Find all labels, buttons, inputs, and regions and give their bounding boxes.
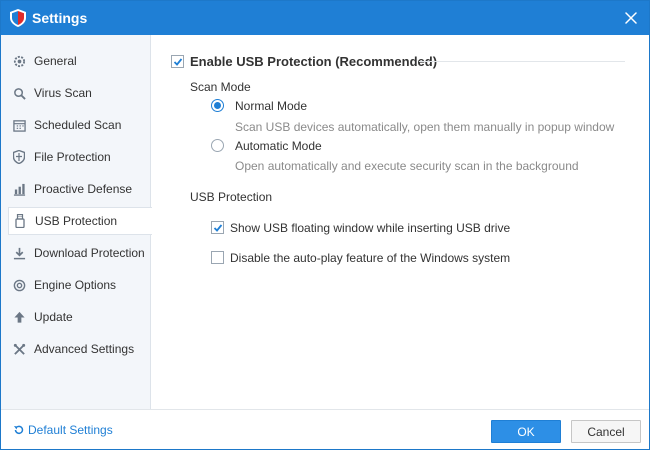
default-settings-link[interactable]: Default Settings — [13, 423, 113, 437]
settings-window: Settings General Virus Scan Scheduled Sc… — [0, 0, 650, 450]
checkmark-icon — [173, 57, 182, 66]
sidebar-item-scheduled-scan[interactable]: Scheduled Scan — [8, 111, 151, 139]
usb-icon — [13, 214, 27, 228]
sidebar-item-label: Advanced Settings — [34, 342, 135, 356]
close-button[interactable] — [619, 6, 643, 30]
automatic-mode-description: Open automatically and execute security … — [235, 159, 579, 173]
calendar-icon — [12, 118, 26, 132]
usb-protection-panel: Enable USB Protection (Recommended) Scan… — [152, 35, 649, 409]
restore-icon — [14, 425, 24, 435]
show-usb-floating-window-checkbox[interactable] — [211, 221, 224, 234]
disable-autoplay-checkbox[interactable] — [211, 251, 224, 264]
shield-icon — [12, 150, 26, 164]
magnifier-icon — [12, 86, 26, 100]
sidebar-item-label: Engine Options — [34, 278, 117, 292]
tools-icon — [12, 342, 26, 356]
close-icon — [625, 12, 637, 24]
sidebar-item-virus-scan[interactable]: Virus Scan — [8, 79, 151, 107]
normal-mode-description: Scan USB devices automatically, open the… — [235, 120, 615, 134]
cancel-button[interactable]: Cancel — [571, 420, 641, 443]
sidebar-item-update[interactable]: Update — [8, 303, 151, 331]
engine-icon — [12, 278, 26, 292]
normal-mode-radio[interactable] — [211, 99, 224, 112]
sidebar-item-general[interactable]: General — [8, 47, 151, 75]
sidebar-item-proactive-defense[interactable]: Proactive Defense — [8, 175, 151, 203]
gear-icon — [12, 54, 26, 68]
sidebar-item-label: Scheduled Scan — [34, 118, 122, 132]
sidebar-item-label: Download Protection — [34, 246, 145, 260]
show-usb-floating-window-label: Show USB floating window while inserting… — [230, 221, 511, 235]
normal-mode-label: Normal Mode — [235, 99, 308, 113]
checkmark-icon — [213, 223, 222, 232]
disable-autoplay-label: Disable the auto-play feature of the Win… — [230, 251, 511, 265]
usb-protection-heading: USB Protection — [190, 190, 273, 204]
sidebar-item-advanced-settings[interactable]: Advanced Settings — [8, 335, 151, 363]
section-divider — [419, 61, 625, 62]
enable-usb-protection-checkbox[interactable] — [171, 55, 184, 68]
ok-button[interactable]: OK — [491, 420, 561, 443]
download-icon — [12, 246, 26, 260]
sidebar-item-engine-options[interactable]: Engine Options — [8, 271, 151, 299]
automatic-mode-radio[interactable] — [211, 139, 224, 152]
sidebar-item-label: USB Protection — [35, 214, 118, 228]
enable-usb-protection-label: Enable USB Protection (Recommended) — [190, 54, 438, 69]
title-bar[interactable]: Settings — [1, 1, 649, 35]
shield-logo-icon — [10, 9, 26, 27]
sidebar-item-file-protection[interactable]: File Protection — [8, 143, 151, 171]
scan-mode-heading: Scan Mode — [190, 80, 251, 94]
sidebar-item-label: File Protection — [34, 150, 111, 164]
sidebar: General Virus Scan Scheduled Scan File P… — [1, 35, 152, 409]
chart-icon — [12, 182, 26, 196]
sidebar-item-label: Virus Scan — [34, 86, 92, 100]
sidebar-item-download-protection[interactable]: Download Protection — [8, 239, 151, 267]
automatic-mode-label: Automatic Mode — [235, 139, 322, 153]
sidebar-item-label: Proactive Defense — [34, 182, 133, 196]
sidebar-item-usb-protection[interactable]: USB Protection — [8, 207, 152, 235]
update-arrow-icon — [12, 310, 26, 324]
sidebar-item-label: Update — [34, 310, 73, 324]
dialog-footer: Default Settings OK Cancel — [1, 409, 649, 449]
default-settings-label: Default Settings — [28, 423, 113, 437]
sidebar-item-label: General — [34, 54, 77, 68]
window-title: Settings — [32, 10, 88, 26]
